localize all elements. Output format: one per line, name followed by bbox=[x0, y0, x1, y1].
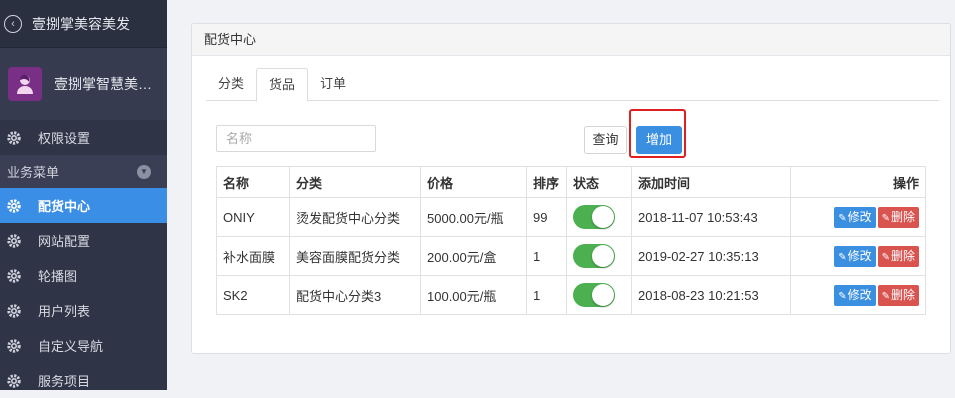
app-title: 壹捌掌美容美发 bbox=[32, 15, 130, 32]
sidebar-group-label: 业务菜单 bbox=[7, 165, 60, 180]
cell-name: SK2 bbox=[216, 275, 290, 315]
cell-category: 配货中心分类3 bbox=[289, 275, 421, 315]
edit-label: 修改 bbox=[847, 248, 872, 263]
cell-price: 200.00元/盒 bbox=[420, 236, 527, 276]
toggle-knob bbox=[592, 284, 614, 306]
delete-label: 删除 bbox=[890, 209, 915, 224]
toggle-knob bbox=[592, 206, 614, 228]
tab-goods[interactable]: 货品 bbox=[256, 68, 309, 102]
user-icon bbox=[17, 74, 33, 94]
gear-icon bbox=[7, 338, 21, 353]
cell-price: 100.00元/瓶 bbox=[420, 275, 527, 315]
cell-category: 美容面膜配货分类 bbox=[289, 236, 421, 276]
chevron-down-icon: ▼ bbox=[137, 164, 151, 179]
cell-actions: ✎修改 ✎删除 bbox=[790, 236, 926, 276]
column-header-actions: 操作 bbox=[790, 166, 926, 198]
toggle-knob bbox=[592, 245, 614, 267]
sidebar-item-distribution-center[interactable]: 配货中心 bbox=[0, 188, 167, 223]
add-button[interactable]: 增加 bbox=[636, 126, 682, 154]
cell-actions: ✎修改 ✎删除 bbox=[790, 275, 926, 315]
table-row: ONIY 烫发配货中心分类 5000.00元/瓶 99 2018-11-07 1… bbox=[216, 197, 926, 237]
edit-label: 修改 bbox=[847, 287, 872, 302]
sidebar-item-users[interactable]: 用户列表 bbox=[0, 293, 167, 328]
cell-name: ONIY bbox=[216, 197, 290, 237]
delete-button[interactable]: ✎删除 bbox=[877, 284, 919, 306]
goods-table: 名称 分类 价格 排序 状态 添加时间 操作 ONIY 烫发配货中心分类 500… bbox=[216, 166, 926, 315]
column-header-sort: 排序 bbox=[526, 166, 567, 198]
name-search-input[interactable] bbox=[216, 125, 376, 152]
edit-button[interactable]: ✎修改 bbox=[834, 284, 876, 306]
cell-status bbox=[566, 197, 632, 237]
sidebar-item-label: 配货中心 bbox=[38, 199, 91, 214]
sidebar-item-carousel[interactable]: 轮播图 bbox=[0, 258, 167, 293]
cell-sort: 99 bbox=[526, 197, 567, 237]
sidebar-item-permissions[interactable]: 权限设置 bbox=[0, 120, 167, 155]
tab-orders[interactable]: 订单 bbox=[308, 68, 358, 101]
sidebar-item-label: 网站配置 bbox=[38, 234, 91, 249]
cell-sort: 1 bbox=[526, 236, 567, 276]
sidebar-item-label: 自定义导航 bbox=[38, 339, 104, 354]
edit-button[interactable]: ✎修改 bbox=[834, 245, 876, 267]
back-icon[interactable]: ‹ bbox=[4, 14, 22, 33]
gear-icon bbox=[7, 373, 21, 388]
delete-icon: ✎ bbox=[881, 290, 890, 302]
sidebar-header: ‹ 壹捌掌美容美发 bbox=[0, 0, 167, 48]
column-header-price: 价格 bbox=[420, 166, 527, 198]
sidebar-item-services[interactable]: 服务项目 bbox=[0, 363, 167, 398]
delete-button[interactable]: ✎删除 bbox=[877, 206, 919, 228]
profile-name: 壹捌掌智慧美容美发 bbox=[54, 76, 162, 92]
column-header-status: 状态 bbox=[566, 166, 632, 198]
sidebar-item-label: 轮播图 bbox=[38, 269, 78, 284]
column-header-time: 添加时间 bbox=[631, 166, 791, 198]
table-row: 补水面膜 美容面膜配货分类 200.00元/盒 1 2019-02-27 10:… bbox=[216, 236, 926, 276]
panel-title: 配货中心 bbox=[192, 24, 950, 56]
column-header-name: 名称 bbox=[216, 166, 290, 198]
cell-name: 补水面膜 bbox=[216, 236, 290, 276]
cell-status bbox=[566, 236, 632, 276]
delete-label: 删除 bbox=[890, 287, 915, 302]
cell-time: 2018-08-23 10:21:53 bbox=[631, 275, 791, 315]
status-toggle[interactable] bbox=[573, 283, 615, 307]
gear-icon bbox=[7, 268, 21, 283]
cell-price: 5000.00元/瓶 bbox=[420, 197, 527, 237]
query-button[interactable]: 查询 bbox=[584, 126, 627, 154]
status-toggle[interactable] bbox=[573, 244, 615, 268]
delete-button[interactable]: ✎删除 bbox=[877, 245, 919, 267]
cell-time: 2018-11-07 10:53:43 bbox=[631, 197, 791, 237]
delete-label: 删除 bbox=[890, 248, 915, 263]
gear-icon bbox=[7, 130, 21, 145]
sidebar-item-site-config[interactable]: 网站配置 bbox=[0, 223, 167, 258]
sidebar-item-label: 用户列表 bbox=[38, 304, 91, 319]
edit-icon: ✎ bbox=[838, 290, 847, 302]
edit-icon: ✎ bbox=[838, 251, 847, 263]
cell-category: 烫发配货中心分类 bbox=[289, 197, 421, 237]
sidebar: ‹ 壹捌掌美容美发 壹捌掌智慧美容美发 权限设置 业务菜单 ▼ 配货中心 网站配… bbox=[0, 0, 167, 390]
distribution-panel: 配货中心 分类 货品 订单 查询 增加 名称 分类 价格 排序 状态 添加时间 … bbox=[191, 23, 951, 354]
sidebar-item-custom-nav[interactable]: 自定义导航 bbox=[0, 328, 167, 363]
gear-icon bbox=[7, 233, 21, 248]
sidebar-group-business[interactable]: 业务菜单 ▼ bbox=[0, 155, 167, 188]
column-header-category: 分类 bbox=[289, 166, 421, 198]
tab-bar: 分类 货品 订单 bbox=[206, 68, 939, 102]
sidebar-item-label: 服务项目 bbox=[38, 374, 91, 389]
delete-icon: ✎ bbox=[881, 251, 890, 263]
edit-icon: ✎ bbox=[838, 212, 847, 224]
table-row: SK2 配货中心分类3 100.00元/瓶 1 2018-08-23 10:21… bbox=[216, 275, 926, 315]
sidebar-item-label: 权限设置 bbox=[38, 131, 91, 146]
gear-icon bbox=[7, 303, 21, 318]
cell-actions: ✎修改 ✎删除 bbox=[790, 197, 926, 237]
cell-sort: 1 bbox=[526, 275, 567, 315]
avatar bbox=[8, 67, 42, 101]
tab-category[interactable]: 分类 bbox=[206, 68, 256, 101]
gear-icon bbox=[7, 198, 21, 213]
table-header-row: 名称 分类 价格 排序 状态 添加时间 操作 bbox=[216, 166, 926, 198]
cell-status bbox=[566, 275, 632, 315]
status-toggle[interactable] bbox=[573, 205, 615, 229]
sidebar-profile: 壹捌掌智慧美容美发 bbox=[0, 48, 167, 120]
cell-time: 2019-02-27 10:35:13 bbox=[631, 236, 791, 276]
edit-label: 修改 bbox=[847, 209, 872, 224]
edit-button[interactable]: ✎修改 bbox=[834, 206, 876, 228]
delete-icon: ✎ bbox=[881, 212, 890, 224]
